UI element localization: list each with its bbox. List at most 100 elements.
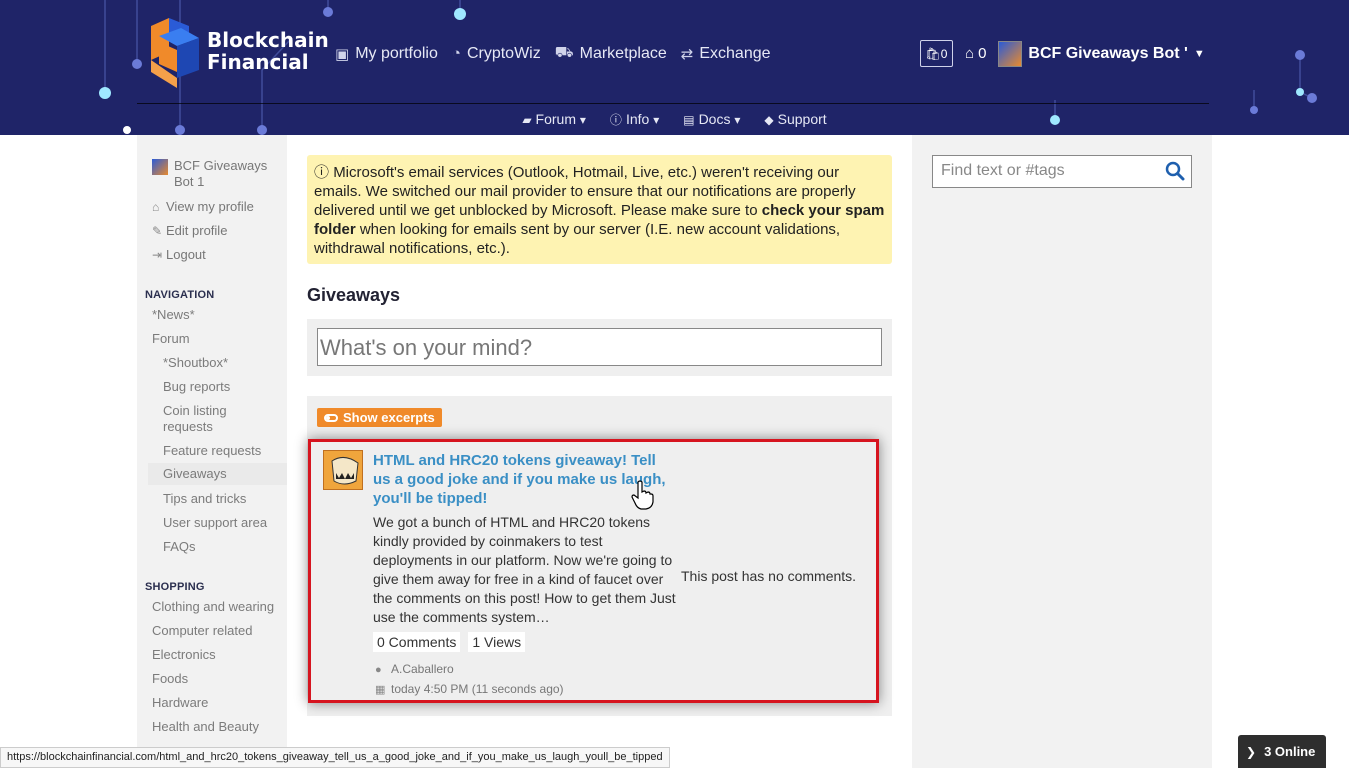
post-card: HTML and HRC20 tokens giveaway! Tell us … [308,439,879,703]
tag-icon: ◆ [764,113,774,127]
link-label: View my profile [166,199,254,214]
sidebar-item-electronics[interactable]: Electronics [152,647,216,662]
show-excerpts-button[interactable]: Show excerpts [317,408,442,427]
page-title: Giveaways [307,285,401,305]
sidebar-item-health[interactable]: Health and Beauty [152,719,259,734]
sidebar-item-clothing[interactable]: Clothing and wearing [152,599,274,614]
chevron-down-icon[interactable]: ▼ [1194,48,1205,60]
nav-label: Marketplace [579,44,667,62]
folder-icon: ▰ [522,113,532,127]
view-profile-link[interactable]: ⌂ View my profile [152,199,254,214]
gauge-icon: ◔ [451,45,461,62]
author-name: A.Caballero [391,662,454,676]
logout-link[interactable]: ⇥ Logout [152,247,206,262]
subnav-label: Support [777,111,827,127]
logo-cube-icon [151,18,199,88]
post-date: ▦ today 4:50 PM (11 seconds ago) [375,682,564,696]
sidebar-item-forum[interactable]: Forum [152,331,190,346]
sidebar-item-coin-listing[interactable]: Coin listing requests [163,403,273,435]
subnav-info[interactable]: ⓘ Info ▾ [610,111,663,128]
sub-navigation: ▰ Forum ▾ ⓘ Info ▾ ▤ Docs ▾ ◆ Support [0,111,1349,128]
logout-icon: ⇥ [152,248,163,262]
link-label: Logout [166,247,206,262]
subnav-label: Docs [698,111,731,127]
online-users-button[interactable]: ❯ 3 Online [1238,735,1326,768]
inbox-icon: ⌂ [965,45,975,62]
sidebar-user[interactable]: BCF Giveaways Bot 1 [152,158,282,190]
author-avatar[interactable] [323,450,363,490]
online-count: 3 Online [1264,744,1316,759]
nav-label: My portfolio [355,44,438,62]
sidebar-item-user-support[interactable]: User support area [163,515,267,530]
comments-count-button[interactable]: 0 Comments [373,632,461,652]
nav-marketplace[interactable]: ⛟ Marketplace [555,44,667,63]
subnav-forum[interactable]: ▰ Forum ▾ [522,111,590,128]
nav-exchange[interactable]: ⇄ Exchange [681,44,771,63]
sidebar-item-faqs[interactable]: FAQs [163,539,196,554]
info-icon: ⓘ [609,113,622,127]
post-author[interactable]: ● A.Caballero [375,662,454,676]
briefcase-icon: ▣ [335,45,350,63]
logo-line-2: Financial [207,50,309,74]
book-icon: ▤ [683,113,695,127]
nav-label: CryptoWiz [466,44,541,62]
sidebar-item-hardware[interactable]: Hardware [152,695,208,710]
search-icon[interactable] [1165,161,1185,181]
edit-profile-link[interactable]: ✎ Edit profile [152,223,227,238]
right-sidebar: Find text or #tags [912,135,1212,768]
notice-banner: ⓘ Microsoft's email services (Outlook, H… [307,155,892,264]
inbox-count: 0 [978,45,987,62]
sidebar-user-name: BCF Giveaways Bot 1 [174,158,268,189]
sidebar-item-giveaways[interactable]: Giveaways [148,463,287,485]
subnav-support[interactable]: ◆ Support [764,111,826,128]
composer-container: What's on your mind? [307,319,892,376]
nav-cryptowiz[interactable]: ◔ CryptoWiz [452,44,541,63]
shopping-heading: SHOPPING [145,581,205,593]
post-stats: 0 Comments 1 Views [373,632,526,652]
site-logo[interactable]: Blockchain Financial [145,12,329,90]
home-icon: ⌂ [152,200,160,214]
notice-text-2: when looking for emails sent by our serv… [314,221,841,257]
cart-button[interactable]: 🛍 0 [920,40,953,67]
sidebar-item-news[interactable]: *News* [152,307,195,322]
monster-avatar-icon [324,451,362,489]
toggle-icon [324,413,338,422]
views-count: 1 Views [468,632,526,652]
exchange-icon: ⇄ [680,45,694,63]
hand-cursor-icon [631,480,654,510]
search-placeholder: Find text or #tags [941,162,1065,179]
user-icon: ● [375,664,382,676]
post-title-link[interactable]: HTML and HRC20 tokens giveaway! Tell us … [373,451,673,508]
subnav-label: Forum [535,111,576,127]
chevron-right-icon: ❯ [1246,744,1257,759]
navigation-heading: NAVIGATION [145,289,215,301]
nav-my-portfolio[interactable]: ▣ My portfolio [335,44,438,63]
avatar[interactable] [998,40,1023,67]
sidebar-item-shoutbox[interactable]: *Shoutbox* [163,355,228,370]
link-label: Edit profile [166,223,228,238]
subnav-label: Info [625,111,650,127]
bag-icon: 🛍 [925,46,941,61]
user-menu-name[interactable]: BCF Giveaways Bot ' [1028,45,1187,63]
site-header: Blockchain Financial ▣ My portfolio ◔ Cr… [0,0,1349,135]
sidebar-item-feature-requests[interactable]: Feature requests [163,443,261,458]
inbox-button[interactable]: ⌂ 0 [965,45,986,62]
subnav-docs[interactable]: ▤ Docs ▾ [683,111,744,128]
post-composer-input[interactable]: What's on your mind? [317,328,882,366]
left-sidebar: BCF Giveaways Bot 1 ⌂ View my profile ✎ Ed… [137,135,287,768]
search-input[interactable]: Find text or #tags [932,155,1192,188]
sidebar-item-bug-reports[interactable]: Bug reports [163,379,230,394]
sidebar-item-foods[interactable]: Foods [152,671,188,686]
cart-icon: ⛟ [554,44,574,61]
pencil-icon: ✎ [152,224,163,238]
info-circle-icon: ⓘ [314,164,330,181]
nav-label: Exchange [699,44,771,62]
date-text: today 4:50 PM (11 seconds ago) [391,682,564,696]
sidebar-item-tips[interactable]: Tips and tricks [163,491,246,506]
browser-status-url: https://blockchainfinancial.com/html_and… [0,747,670,768]
sidebar-item-computer[interactable]: Computer related [152,623,252,638]
logo-line-1: Blockchain [207,28,329,52]
cart-count: 0 [940,46,948,61]
header-divider [137,103,1209,104]
top-navigation: ▣ My portfolio ◔ CryptoWiz ⛟ Marketplace… [335,44,785,63]
